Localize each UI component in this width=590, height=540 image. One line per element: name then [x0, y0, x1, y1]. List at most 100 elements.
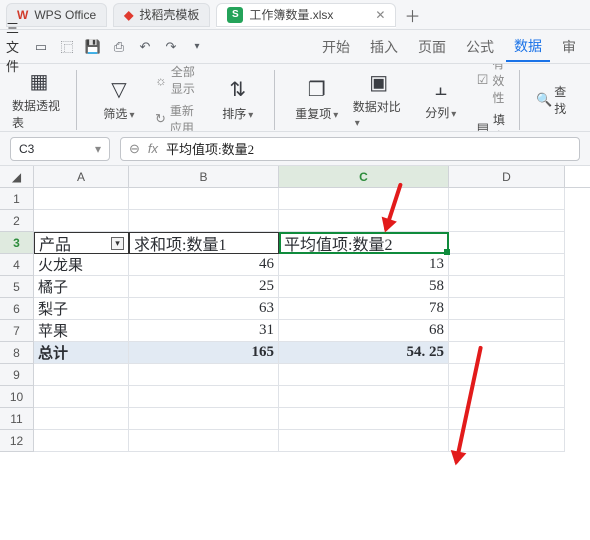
row-header-9[interactable]: 9	[0, 364, 34, 386]
cell-D5[interactable]	[449, 276, 565, 298]
row-header-8[interactable]: 8	[0, 342, 34, 364]
cell-C7[interactable]: 68	[279, 320, 449, 342]
cell-A1[interactable]	[34, 188, 129, 210]
filter-button[interactable]: ▽ 筛选	[93, 77, 145, 122]
row-header-12[interactable]: 12	[0, 430, 34, 452]
cell-B8[interactable]: 165	[129, 342, 279, 364]
col-header-A[interactable]: A	[34, 166, 129, 187]
reapply-button[interactable]: ↻ 重新应用	[155, 102, 202, 132]
fx-icon[interactable]: fx	[148, 141, 158, 156]
name-box[interactable]: C3 ▾	[10, 137, 110, 161]
compare-button[interactable]: ▣ 数据对比	[353, 70, 405, 129]
cell-A8[interactable]: 总计	[34, 342, 129, 364]
row-header-10[interactable]: 10	[0, 386, 34, 408]
cell-D1[interactable]	[449, 188, 565, 210]
cell-C11[interactable]	[279, 408, 449, 430]
cell-B10[interactable]	[129, 386, 279, 408]
row-header-2[interactable]: 2	[0, 210, 34, 232]
cell-B2[interactable]	[129, 210, 279, 232]
row-header-6[interactable]: 6	[0, 298, 34, 320]
qat-print-icon[interactable]: ⎙	[110, 38, 128, 56]
row-label-dropdown-icon[interactable]: ▾	[111, 237, 124, 250]
cell-D12[interactable]	[449, 430, 565, 452]
add-tab-button[interactable]: ＋	[402, 3, 422, 27]
duplicates-button[interactable]: ❐ 重复项	[291, 77, 343, 122]
cell-A12[interactable]	[34, 430, 129, 452]
row-2	[34, 210, 590, 232]
cell-A4[interactable]: 火龙果	[34, 254, 129, 276]
cell-C12[interactable]	[279, 430, 449, 452]
cell-D7[interactable]	[449, 320, 565, 342]
cell-C1[interactable]	[279, 188, 449, 210]
qat-caret-icon[interactable]: ▾	[188, 38, 206, 56]
app-tab-find[interactable]: ◆ 找稻壳模板	[113, 3, 210, 27]
cell-B11[interactable]	[129, 408, 279, 430]
cell-C5[interactable]: 58	[279, 276, 449, 298]
cell-C9[interactable]	[279, 364, 449, 386]
cell-B4[interactable]: 46	[129, 254, 279, 276]
cells-area[interactable]: 产品 ▾ 求和项:数量1 平均值项:数量2 火龙果 46 13 橘子	[34, 188, 590, 452]
cell-C8[interactable]: 54. 25	[279, 342, 449, 364]
cell-A5[interactable]: 橘子	[34, 276, 129, 298]
qat-new-icon[interactable]: ▭	[32, 38, 50, 56]
cell-D3[interactable]	[449, 232, 565, 254]
row-header-7[interactable]: 7	[0, 320, 34, 342]
cell-A7[interactable]: 苹果	[34, 320, 129, 342]
show-all-button[interactable]: ☼ 全部显示	[155, 64, 202, 97]
cell-A3[interactable]: 产品 ▾	[34, 232, 129, 254]
row-header-1[interactable]: 1	[0, 188, 34, 210]
cell-D6[interactable]	[449, 298, 565, 320]
cell-B5[interactable]: 25	[129, 276, 279, 298]
row-header-4[interactable]: 4	[0, 254, 34, 276]
tab-page[interactable]: 页面	[410, 33, 454, 61]
cell-A9[interactable]	[34, 364, 129, 386]
qat-redo-icon[interactable]: ↷	[162, 38, 180, 56]
tab-review[interactable]: 审	[554, 33, 584, 61]
chevron-down-icon[interactable]: ▾	[95, 142, 101, 156]
cell-A2[interactable]	[34, 210, 129, 232]
validation-button[interactable]: ☑ 有效性	[477, 64, 509, 106]
sort-button[interactable]: ⇅ 排序	[212, 77, 264, 122]
cell-A10[interactable]	[34, 386, 129, 408]
cell-C6[interactable]: 78	[279, 298, 449, 320]
qat-undo-icon[interactable]: ↶	[136, 38, 154, 56]
tab-formula[interactable]: 公式	[458, 33, 502, 61]
qat-open-icon[interactable]: ⿸	[58, 38, 76, 56]
col-header-C[interactable]: C	[279, 166, 449, 187]
app-tab-sheet[interactable]: S 工作簿数量.xlsx ✕	[216, 3, 396, 27]
col-header-B[interactable]: B	[129, 166, 279, 187]
tab-insert[interactable]: 插入	[362, 33, 406, 61]
cancel-icon[interactable]: ⊖	[129, 141, 140, 157]
tab-start[interactable]: 开始	[314, 33, 358, 61]
file-menu[interactable]: 三 文件	[6, 38, 24, 56]
cell-C10[interactable]	[279, 386, 449, 408]
close-icon[interactable]: ✕	[375, 8, 385, 22]
cell-B1[interactable]	[129, 188, 279, 210]
cell-C2[interactable]	[279, 210, 449, 232]
cell-D4[interactable]	[449, 254, 565, 276]
find-button[interactable]: 🔍 查找	[536, 83, 574, 117]
cell-D9[interactable]	[449, 364, 565, 386]
cell-D2[interactable]	[449, 210, 565, 232]
row-header-3[interactable]: 3	[0, 232, 34, 254]
pivot-table-button[interactable]: ▦ 数据透视表	[12, 69, 66, 131]
cell-B6[interactable]: 63	[129, 298, 279, 320]
cell-C3[interactable]: 平均值项:数量2	[279, 232, 449, 254]
fill-button[interactable]: ▤ 填充	[477, 111, 509, 133]
row-header-11[interactable]: 11	[0, 408, 34, 430]
cell-B3[interactable]: 求和项:数量1	[129, 232, 279, 254]
col-header-D[interactable]: D	[449, 166, 565, 187]
tab-data[interactable]: 数据	[506, 32, 550, 62]
select-all-corner[interactable]: ◢	[0, 166, 34, 187]
cell-B7[interactable]: 31	[129, 320, 279, 342]
cell-B12[interactable]	[129, 430, 279, 452]
row-header-5[interactable]: 5	[0, 276, 34, 298]
split-button[interactable]: ⫠ 分列	[415, 78, 467, 121]
qat-save-icon[interactable]: 💾	[84, 38, 102, 56]
cell-C4[interactable]: 13	[279, 254, 449, 276]
formula-input[interactable]: ⊖ fx 平均值项:数量2	[120, 137, 580, 161]
cell-B9[interactable]	[129, 364, 279, 386]
cell-A6[interactable]: 梨子	[34, 298, 129, 320]
cell-A11[interactable]	[34, 408, 129, 430]
cell-D8[interactable]	[449, 342, 565, 364]
